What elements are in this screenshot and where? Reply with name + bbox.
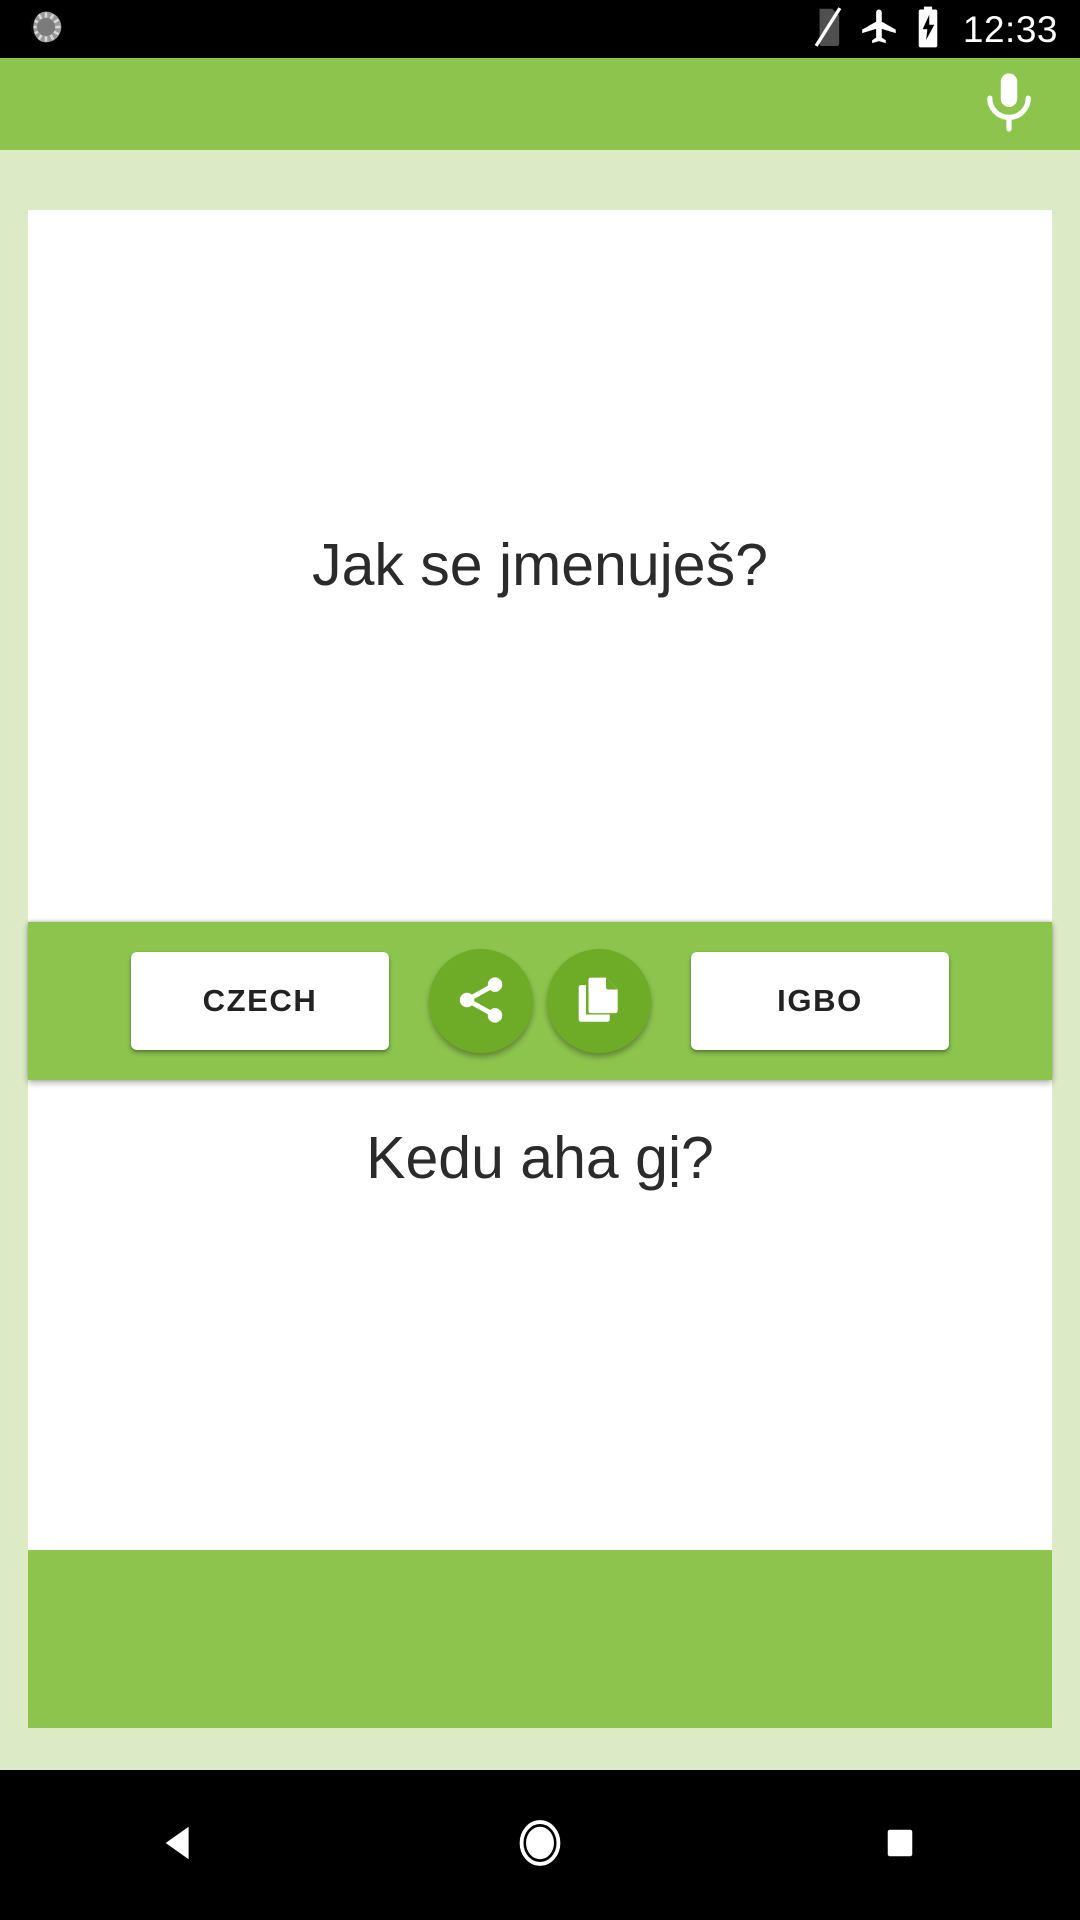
microphone-icon <box>976 69 1042 140</box>
target-language-button[interactable]: IGBO <box>691 952 949 1050</box>
status-bar: 12:33 <box>0 0 1080 58</box>
translator-action-bar: CZECH IGBO <box>28 922 1052 1080</box>
translator-card: Jak se jmenuješ? CZECH IGBO Kedu aha gị? <box>28 210 1052 1728</box>
status-bar-clock: 12:33 <box>962 8 1058 50</box>
target-text: Kedu aha gị? <box>366 1125 714 1191</box>
app-bar <box>0 58 1080 150</box>
microphone-button[interactable] <box>970 65 1048 143</box>
nav-recents-button[interactable] <box>720 1770 1080 1920</box>
sync-circle-icon <box>26 7 66 52</box>
card-bottom-bar <box>28 1550 1052 1728</box>
nav-back-button[interactable] <box>0 1770 360 1920</box>
status-bar-notifications <box>26 7 66 52</box>
battery-charging-icon <box>915 5 941 54</box>
page-body: Jak se jmenuješ? CZECH IGBO Kedu aha gị? <box>0 150 1080 1770</box>
phone-screen: 12:33 Jak se jmenuješ? CZECH IGBO Kedu a… <box>0 0 1080 1920</box>
target-text-pane[interactable]: Kedu aha gị? <box>28 1080 1052 1550</box>
back-triangle-icon <box>157 1820 203 1871</box>
source-language-button[interactable]: CZECH <box>131 952 389 1050</box>
home-circle-icon <box>513 1816 567 1875</box>
share-button[interactable] <box>429 949 533 1053</box>
recents-square-icon <box>879 1822 921 1869</box>
android-navigation-bar <box>0 1770 1080 1920</box>
source-text-pane[interactable]: Jak se jmenuješ? <box>28 210 1052 922</box>
source-text: Jak se jmenuješ? <box>312 532 768 599</box>
status-bar-system-icons: 12:33 <box>811 5 1058 54</box>
share-icon <box>453 972 509 1031</box>
airplane-mode-icon <box>859 6 901 53</box>
copy-icon <box>571 972 627 1031</box>
action-icon-group <box>429 949 651 1053</box>
nav-home-button[interactable] <box>360 1770 720 1920</box>
no-sim-card-icon <box>811 6 845 53</box>
copy-button[interactable] <box>547 949 651 1053</box>
